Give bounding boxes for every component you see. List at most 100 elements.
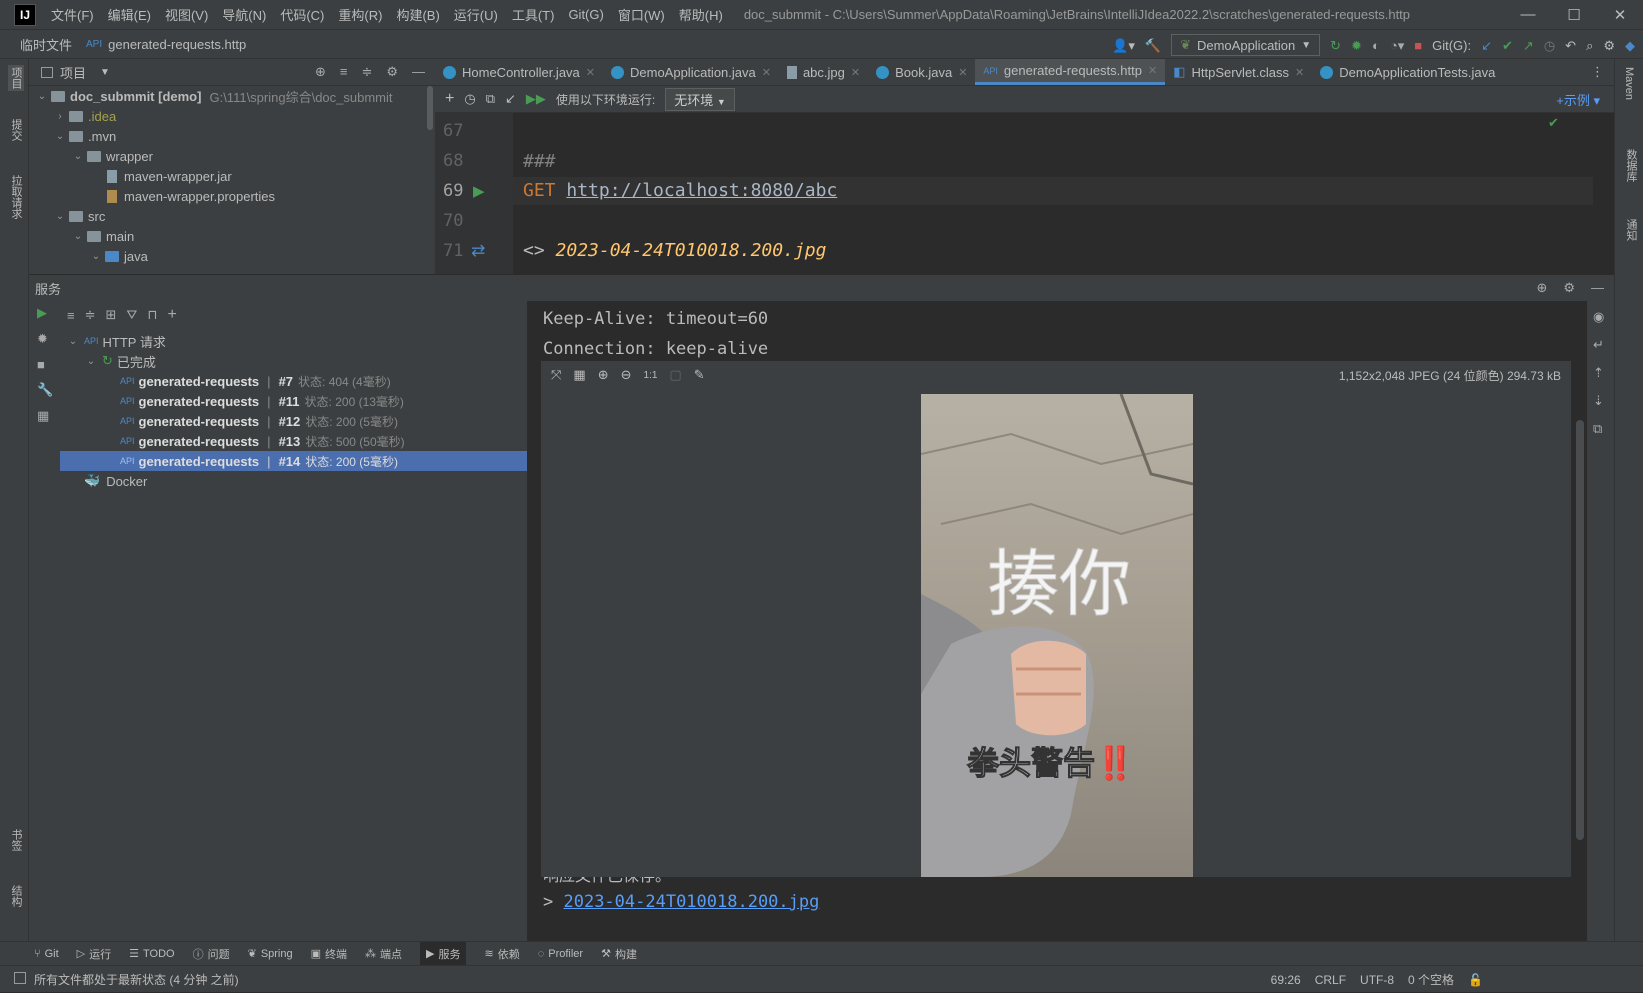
stripe-notifications[interactable]: 通知 — [1623, 219, 1639, 241]
chevron-down-icon[interactable]: ▼ — [100, 67, 110, 78]
tab-httpservlet[interactable]: ◧ HttpServlet.class ✕ — [1165, 59, 1312, 85]
request-row[interactable]: API generated-requests | #7 状态: 404 (4毫秒) — [60, 371, 527, 391]
eye-icon[interactable]: ◉ — [1593, 309, 1604, 325]
tool-git[interactable]: ⑂ Git — [34, 948, 59, 960]
close-icon[interactable]: ✕ — [958, 66, 967, 79]
user-icon[interactable]: 👤▾ — [1112, 39, 1135, 52]
tool-dependencies[interactable]: ≋ 依赖 — [484, 946, 519, 962]
lock-icon[interactable]: 🔓 — [1468, 973, 1483, 987]
zoom-in-icon[interactable]: ⊕ — [598, 367, 609, 383]
collapse-all-icon[interactable]: ≑ — [85, 307, 96, 323]
menu-run[interactable]: 运行(U) — [447, 5, 505, 24]
tab-generated-requests[interactable]: API generated-requests.http ✕ — [975, 59, 1166, 85]
tool-run[interactable]: ▷ 运行 — [77, 946, 111, 962]
saved-file-link[interactable]: 2023-04-24T010018.200.jpg — [563, 892, 819, 912]
search-icon[interactable]: ⌕ — [1586, 39, 1593, 52]
scroll-end-icon[interactable]: ⇣ — [1593, 393, 1604, 409]
tree-node-finished[interactable]: ⌄ ↻ 已完成 — [60, 351, 527, 371]
tool-services[interactable]: ▶ 服务 — [420, 941, 467, 966]
zoom-out-icon[interactable]: ⊖ — [621, 367, 632, 383]
locate-icon[interactable]: ⊕ — [315, 64, 326, 80]
tree-node[interactable]: ⌄ main — [29, 226, 435, 246]
menu-code[interactable]: 代码(C) — [273, 5, 331, 24]
import-icon[interactable]: ↙ — [505, 91, 516, 107]
group-icon[interactable]: ⊞ — [106, 307, 117, 323]
stripe-project[interactable]: 项目 — [8, 65, 24, 91]
request-row[interactable]: API generated-requests | #11 状态: 200 (13毫秒) — [60, 391, 527, 411]
run-all-icon[interactable]: ▶▶ — [526, 91, 546, 107]
menu-git[interactable]: Git(G) — [561, 7, 610, 22]
close-icon[interactable]: ✕ — [1295, 66, 1304, 79]
response-file-ref[interactable]: 2023-04-24T010018.200.jpg — [556, 240, 827, 261]
project-panel-title[interactable]: 项目 — [60, 63, 86, 82]
color-picker-icon[interactable]: ✎ — [694, 367, 705, 383]
soft-wrap-icon[interactable]: ↵ — [1593, 337, 1604, 353]
wrench-icon[interactable]: 🔧 — [37, 382, 53, 398]
chevron-down-icon[interactable]: ⌄ — [53, 131, 67, 142]
new-tab-icon[interactable]: ⊓ — [147, 307, 157, 323]
git-commit-icon[interactable]: ✔ — [1502, 39, 1513, 52]
request-url[interactable]: http://localhost:8080/abc — [566, 180, 837, 201]
close-icon[interactable]: ✕ — [1597, 0, 1643, 29]
stop-icon[interactable]: ■ — [1414, 39, 1422, 52]
line-separator[interactable]: CRLF — [1315, 973, 1346, 987]
menu-edit[interactable]: 编辑(E) — [101, 5, 158, 24]
add-request-icon[interactable]: + — [445, 90, 454, 108]
copy-icon[interactable]: ⧉ — [1593, 421, 1604, 437]
debug-icon[interactable]: ✹ — [1351, 39, 1362, 52]
stripe-structure[interactable]: 结构 — [8, 885, 24, 907]
chevron-right-icon[interactable]: › — [53, 111, 67, 122]
run-request-icon[interactable]: ▶ — [473, 182, 485, 200]
chevron-down-icon[interactable]: ⌄ — [71, 231, 85, 242]
scroll-top-icon[interactable]: ⇡ — [1593, 365, 1604, 381]
stripe-maven[interactable]: Maven — [1623, 67, 1635, 100]
chevron-down-icon[interactable]: ⌄ — [35, 91, 49, 102]
tab-home-controller[interactable]: HomeController.java ✕ — [435, 59, 603, 85]
tab-book[interactable]: Book.java ✕ — [868, 59, 975, 85]
grid-icon[interactable]: ▦ — [573, 367, 585, 383]
coverage-icon[interactable]: ◐ — [1372, 39, 1380, 52]
tree-node-docker[interactable]: 🐳 Docker — [60, 471, 527, 491]
debug-icon[interactable]: ✹ — [37, 331, 53, 347]
tool-todo[interactable]: ☰ TODO — [129, 947, 174, 961]
request-row-selected[interactable]: API generated-requests | #14 状态: 200 (5毫秒) — [60, 451, 527, 471]
tree-node[interactable]: ⌄ src — [29, 206, 435, 226]
menu-window[interactable]: 窗口(W) — [611, 5, 672, 24]
collapse-all-icon[interactable]: ≑ — [361, 64, 372, 80]
minimize-icon[interactable]: — — [1505, 0, 1551, 29]
locate-icon[interactable]: ⊕ — [1536, 280, 1547, 296]
stop-icon[interactable]: ■ — [37, 357, 53, 372]
tab-demo-application-tests[interactable]: DemoApplicationTests.java — [1312, 59, 1503, 85]
menu-refactor[interactable]: 重构(R) — [331, 5, 389, 24]
tree-node[interactable]: ⌄ wrapper — [29, 146, 435, 166]
tree-node[interactable]: ⌄ java — [29, 246, 435, 266]
git-push-icon[interactable]: ↗ — [1523, 39, 1534, 52]
menu-build[interactable]: 构建(B) — [389, 5, 446, 24]
request-row[interactable]: API generated-requests | #12 状态: 200 (5毫秒) — [60, 411, 527, 431]
copy-icon[interactable]: ⧉ — [486, 91, 495, 107]
code-editor[interactable]: ### GET http://localhost:8080/abc <> 202… — [513, 113, 1593, 274]
tree-node[interactable]: ⌄ doc_submmit [demo] G:\111\spring综合\doc… — [29, 86, 435, 106]
stripe-commit[interactable]: 提交 — [8, 119, 24, 141]
ide-logo-icon[interactable]: ◆ — [1625, 39, 1635, 52]
tool-profiler[interactable]: ◌ Profiler — [538, 948, 583, 960]
history-icon[interactable]: ◷ — [1544, 39, 1555, 52]
tool-terminal[interactable]: ▣ 终端 — [311, 946, 347, 962]
filter-icon[interactable]: ⛛ — [126, 307, 137, 323]
caret-position[interactable]: 69:26 — [1271, 973, 1301, 987]
expand-all-icon[interactable]: ≡ — [340, 64, 348, 80]
tree-node-http[interactable]: ⌄ API HTTP 请求 — [60, 331, 527, 351]
tree-node[interactable]: ⌄ .mvn — [29, 126, 435, 146]
breadcrumb-scratches[interactable]: 临时文件 — [0, 35, 72, 54]
chevron-down-icon[interactable]: ⌄ — [89, 251, 103, 262]
actual-size-icon[interactable]: 1:1 — [644, 370, 658, 381]
close-icon[interactable]: ✕ — [586, 66, 595, 79]
chevron-down-icon[interactable]: ⌄ — [71, 151, 85, 162]
menu-help[interactable]: 帮助(H) — [672, 5, 730, 24]
indent-setting[interactable]: 0 个空格 — [1408, 971, 1454, 988]
status-message[interactable]: 所有文件都处于最新状态 (4 分钟 之前) — [34, 971, 239, 988]
history-icon[interactable]: ◷ — [464, 91, 475, 107]
more-tabs-icon[interactable]: ⋮ — [1591, 64, 1604, 80]
expand-all-icon[interactable]: ≡ — [67, 308, 75, 323]
panel-toggle-icon[interactable] — [14, 972, 26, 984]
